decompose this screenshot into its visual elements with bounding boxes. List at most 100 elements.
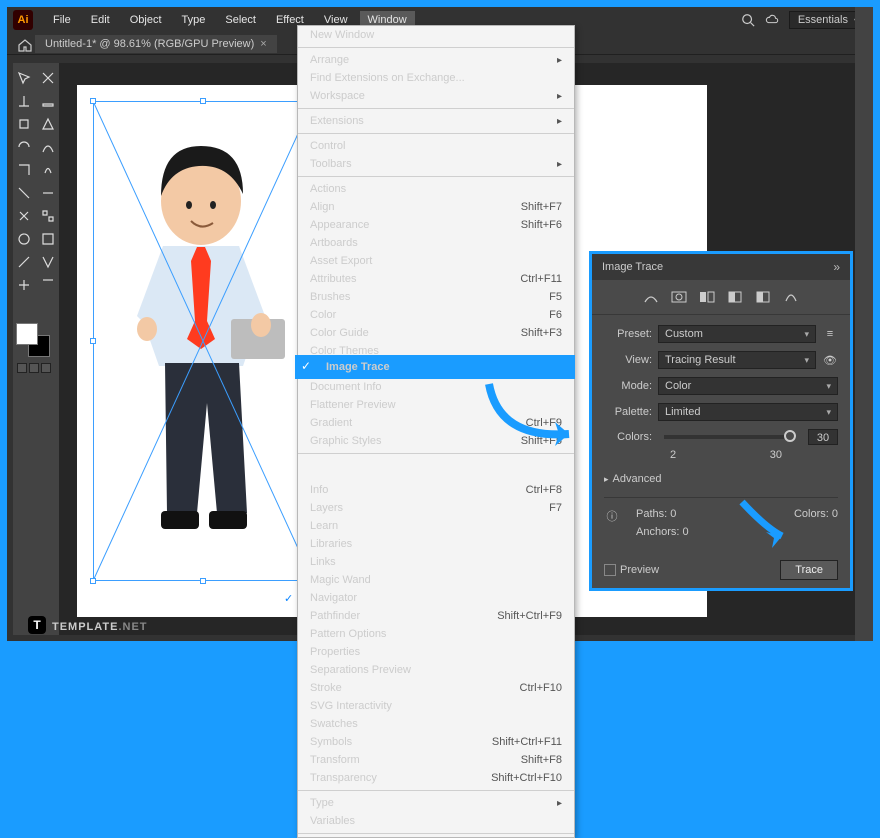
tool-15[interactable] (37, 228, 60, 250)
menu-item[interactable]: Libraries (298, 535, 574, 553)
tool-4[interactable] (13, 113, 36, 135)
menu-file[interactable]: File (45, 11, 79, 29)
menu-item[interactable]: Magic Wand (298, 571, 574, 589)
menu-item[interactable]: TransformShift+F8 (298, 751, 574, 769)
menu-item[interactable]: Extensions (298, 112, 574, 130)
preview-checkbox[interactable]: Preview (604, 564, 659, 576)
preset-photo-icon[interactable] (669, 288, 689, 306)
trace-button[interactable]: Trace (780, 560, 838, 580)
menu-item[interactable]: Variables (298, 812, 574, 830)
view-select[interactable]: Tracing Result▾ (658, 351, 816, 369)
tool-8[interactable] (13, 159, 36, 181)
home-icon[interactable] (17, 37, 33, 53)
tool-13[interactable] (37, 205, 60, 227)
selection-handle[interactable] (90, 578, 96, 584)
close-tab-icon[interactable]: × (260, 38, 266, 50)
menu-select[interactable]: Select (217, 11, 264, 29)
preset-auto-icon[interactable] (641, 288, 661, 306)
document-tab[interactable]: Untitled-1* @ 98.61% (RGB/GPU Preview) × (35, 35, 277, 53)
menu-item[interactable]: Separations Preview (298, 661, 574, 679)
menu-item[interactable]: Asset Export (298, 252, 574, 270)
tool-16[interactable] (13, 251, 36, 273)
collapse-icon[interactable]: » (833, 260, 840, 274)
check-icon: ✓ (301, 359, 311, 373)
menu-item[interactable]: ✓Navigator (298, 589, 574, 607)
tool-0[interactable] (13, 67, 36, 89)
tool-1[interactable] (37, 67, 60, 89)
menu-item[interactable]: Type (298, 794, 574, 812)
colors-slider[interactable] (664, 435, 796, 439)
palette-select[interactable]: Limited▾ (658, 403, 838, 421)
menu-item[interactable]: Properties (298, 643, 574, 661)
menu-item[interactable]: Find Extensions on Exchange... (298, 69, 574, 87)
preset-outline-icon[interactable] (781, 288, 801, 306)
menu-item[interactable]: Control (298, 137, 574, 155)
tool-12[interactable] (13, 205, 36, 227)
selection-handle[interactable] (200, 98, 206, 104)
menu-item[interactable]: New Window (298, 26, 574, 44)
right-panel-rail[interactable] (855, 7, 873, 641)
tool-5[interactable] (37, 113, 60, 135)
menu-item[interactable]: ColorF6 (298, 306, 574, 324)
document-tab-title: Untitled-1* @ 98.61% (RGB/GPU Preview) (45, 38, 254, 50)
preset-grayscale-icon[interactable] (725, 288, 745, 306)
menu-edit[interactable]: Edit (83, 11, 118, 29)
menu-type[interactable]: Type (174, 11, 214, 29)
menu-item[interactable]: StrokeCtrl+F10 (298, 679, 574, 697)
tool-9[interactable] (37, 159, 60, 181)
advanced-toggle[interactable]: ▸Advanced (604, 469, 838, 489)
menu-item[interactable]: AttributesCtrl+F11 (298, 270, 574, 288)
tool-2[interactable] (13, 90, 36, 112)
preset-bw-icon[interactable] (753, 288, 773, 306)
preset-lowcolor-icon[interactable] (697, 288, 717, 306)
selection-handle[interactable] (90, 98, 96, 104)
menu-item: Learn (298, 517, 574, 535)
cloud-icon[interactable] (765, 13, 779, 27)
colors-value[interactable]: 30 (808, 429, 838, 445)
mode-select[interactable]: Color▾ (658, 377, 838, 395)
menu-item[interactable]: Workspace (298, 87, 574, 105)
menu-item[interactable]: SymbolsShift+Ctrl+F11 (298, 733, 574, 751)
menu-item-image-trace[interactable]: Image Trace (295, 355, 575, 379)
menu-item[interactable]: Actions (298, 180, 574, 198)
menu-item[interactable]: LayersF7 (298, 499, 574, 517)
placed-image[interactable] (93, 101, 313, 581)
info-icon[interactable]: ⓘ (604, 508, 620, 538)
menu-item[interactable]: Pattern Options (298, 625, 574, 643)
menu-item[interactable]: Toolbars (298, 155, 574, 173)
menu-item[interactable]: InfoCtrl+F8 (298, 481, 574, 499)
tool-7[interactable] (37, 136, 60, 158)
preset-select[interactable]: Custom▾ (658, 325, 816, 343)
search-icon[interactable] (741, 13, 755, 27)
menu-object[interactable]: Object (122, 11, 170, 29)
tool-10[interactable] (13, 182, 36, 204)
callout-arrow-icon (736, 498, 796, 548)
menu-item[interactable]: Artboards (298, 234, 574, 252)
menu-item[interactable]: PathfinderShift+Ctrl+F9 (298, 607, 574, 625)
menu-item[interactable]: SVG Interactivity (298, 697, 574, 715)
menu-item[interactable]: AlignShift+F7 (298, 198, 574, 216)
panel-header[interactable]: Image Trace » (592, 254, 850, 280)
menu-item[interactable]: AppearanceShift+F6 (298, 216, 574, 234)
menu-item-label: Image Trace (326, 361, 390, 373)
selection-handle[interactable] (200, 578, 206, 584)
tool-14[interactable] (13, 228, 36, 250)
tool-18[interactable] (13, 274, 36, 296)
preset-menu-icon[interactable]: ≡ (822, 328, 838, 340)
menu-item[interactable]: Swatches (298, 715, 574, 733)
menu-item[interactable]: TransparencyShift+Ctrl+F10 (298, 769, 574, 787)
menu-item[interactable]: Links (298, 553, 574, 571)
tool-11[interactable] (37, 182, 60, 204)
selection-handle[interactable] (90, 338, 96, 344)
color-mode-row[interactable] (17, 363, 51, 373)
menu-item[interactable]: BrushesF5 (298, 288, 574, 306)
tool-3[interactable] (37, 90, 60, 112)
tool-17[interactable] (37, 251, 60, 273)
menu-item[interactable]: Color GuideShift+F3 (298, 324, 574, 342)
fill-swatch[interactable] (16, 323, 38, 345)
menu-item[interactable]: Arrange (298, 51, 574, 69)
tool-6[interactable] (13, 136, 36, 158)
tool-19[interactable] (37, 274, 60, 296)
eye-icon[interactable]: 👁 (822, 354, 838, 367)
slider-knob[interactable] (784, 430, 796, 442)
